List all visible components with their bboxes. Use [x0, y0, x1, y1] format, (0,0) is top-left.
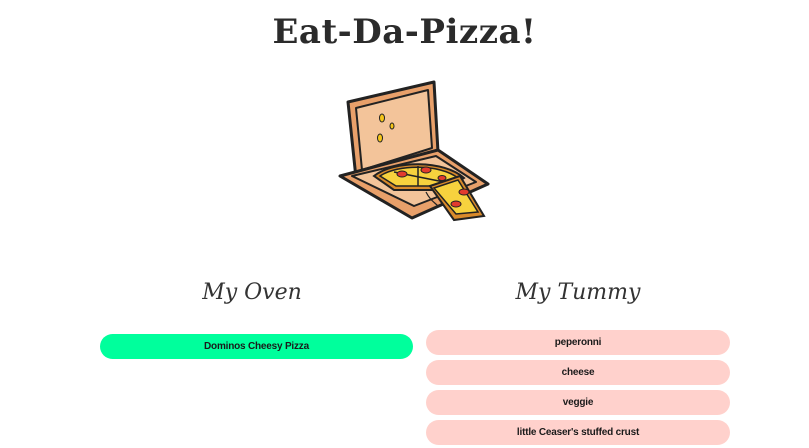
tummy-pizza-item[interactable]: veggie	[426, 390, 730, 415]
oven-pizza-button[interactable]: Dominos Cheesy Pizza	[100, 334, 413, 359]
tummy-pizza-item[interactable]: cheese	[426, 360, 730, 385]
oven-list: Dominos Cheesy Pizza	[100, 334, 413, 359]
tummy-pizza-item[interactable]: little Ceaser's stuffed crust	[426, 420, 730, 445]
tummy-heading: My Tummy	[515, 280, 641, 305]
tummy-list: peperonni cheese veggie little Ceaser's …	[426, 330, 730, 448]
pizza-box-icon	[338, 80, 490, 222]
page-title: Eat-Da-Pizza!	[272, 12, 537, 52]
oven-heading: My Oven	[202, 280, 302, 305]
tummy-pizza-item[interactable]: peperonni	[426, 330, 730, 355]
